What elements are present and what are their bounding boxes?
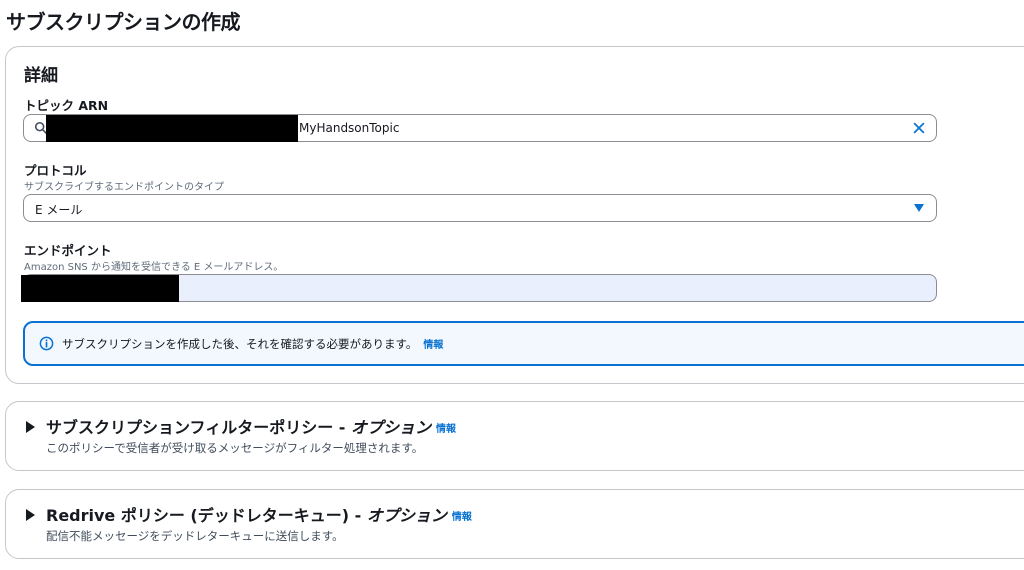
endpoint-input[interactable] bbox=[21, 274, 937, 302]
caret-right-icon[interactable] bbox=[26, 421, 35, 433]
details-panel: 詳細 トピック ARN MyHandsonTopic プロトコル サブスクライブ… bbox=[5, 46, 1024, 384]
caret-right-icon[interactable] bbox=[26, 509, 35, 521]
alert-text: サブスクリプションを作成した後、それを確認する必要があります。 情報 bbox=[62, 336, 443, 352]
filter-policy-panel[interactable]: サブスクリプションフィルターポリシー - オプション 情報 このポリシーで受信者が… bbox=[5, 401, 1024, 471]
caret-down-icon bbox=[914, 204, 924, 212]
endpoint-description: Amazon SNS から通知を受信できる E メールアドレス。 bbox=[24, 262, 284, 273]
endpoint-label: エンドポイント bbox=[24, 243, 112, 258]
filter-policy-title-text: サブスクリプションフィルターポリシー - bbox=[46, 418, 351, 437]
redrive-policy-panel[interactable]: Redrive ポリシー (デッドレターキュー) - オプション 情報 配信不能メ… bbox=[5, 489, 1024, 559]
filter-policy-optional: オプション bbox=[350, 418, 431, 437]
filter-policy-description: このポリシーで受信者が受け取るメッセージがフィルター処理されます。 bbox=[46, 441, 424, 455]
topic-arn-label: トピック ARN bbox=[24, 98, 109, 113]
redrive-policy-title-text: Redrive ポリシー (デッドレターキュー) - bbox=[46, 506, 367, 525]
filter-policy-title[interactable]: サブスクリプションフィルターポリシー - オプション 情報 bbox=[46, 414, 456, 438]
page-title: サブスクリプションの作成 bbox=[6, 10, 241, 34]
topic-arn-value: MyHandsonTopic bbox=[299, 121, 400, 135]
filter-policy-info-link[interactable]: 情報 bbox=[436, 424, 456, 435]
redacted-endpoint bbox=[21, 275, 179, 302]
redrive-policy-info-link[interactable]: 情報 bbox=[452, 512, 472, 523]
protocol-description: サブスクライブするエンドポイントのタイプ bbox=[24, 182, 224, 193]
redacted-arn bbox=[46, 115, 298, 142]
info-icon bbox=[39, 336, 54, 351]
alert-message: サブスクリプションを作成した後、それを確認する必要があります。 bbox=[62, 337, 418, 351]
redrive-policy-optional: オプション bbox=[366, 506, 447, 525]
topic-arn-input[interactable]: MyHandsonTopic bbox=[23, 114, 937, 142]
protocol-selected-value: E メール bbox=[35, 203, 83, 217]
details-heading: 詳細 bbox=[24, 66, 58, 86]
info-alert: サブスクリプションを作成した後、それを確認する必要があります。 情報 bbox=[23, 321, 1024, 366]
redrive-policy-title[interactable]: Redrive ポリシー (デッドレターキュー) - オプション 情報 bbox=[46, 502, 472, 526]
protocol-label: プロトコル bbox=[24, 163, 87, 178]
redrive-policy-description: 配信不能メッセージをデッドレターキューに送信します。 bbox=[46, 529, 344, 543]
clear-icon[interactable] bbox=[912, 121, 926, 135]
protocol-select[interactable]: E メール bbox=[23, 194, 937, 222]
alert-info-link[interactable]: 情報 bbox=[423, 340, 443, 351]
